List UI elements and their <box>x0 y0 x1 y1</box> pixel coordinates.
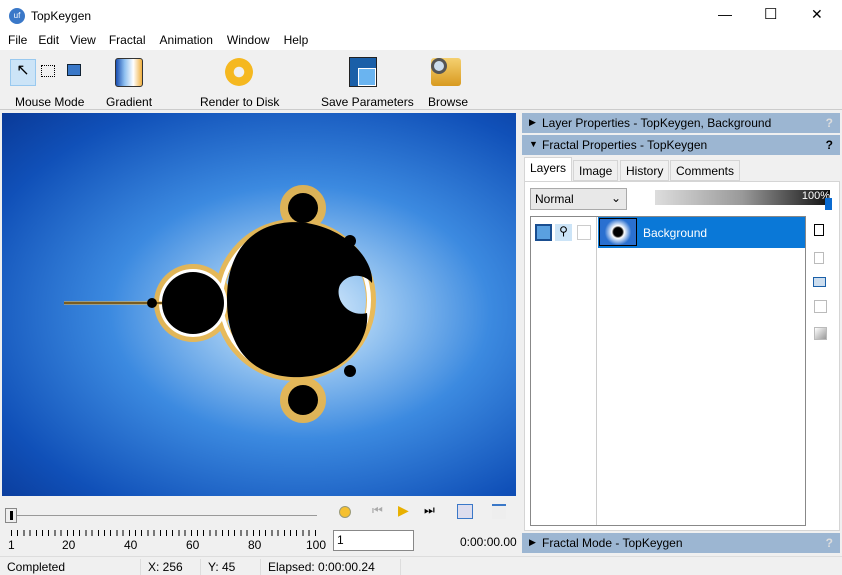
render-to-disk-label[interactable]: Render to Disk <box>200 95 279 109</box>
layer-zoom-icon[interactable]: ⚲ <box>555 224 572 241</box>
previous-frame-button[interactable]: ⏮ <box>372 503 383 518</box>
tab-history[interactable]: History <box>620 160 670 181</box>
tab-image[interactable]: Image <box>573 160 619 181</box>
title-bar: uf TopKeygen — ☐ ✕ <box>0 0 842 31</box>
gradient-button[interactable] <box>115 58 143 87</box>
maximize-button[interactable]: ☐ <box>764 5 777 23</box>
app-icon: uf <box>9 8 25 24</box>
help-icon[interactable]: ? <box>826 138 833 152</box>
status-text: Completed <box>7 560 66 574</box>
layer-list: ⚲ Background <box>530 216 806 526</box>
mandelbrot-set <box>64 185 376 423</box>
schedule-icon[interactable] <box>457 504 473 519</box>
schedule-list-icon[interactable] <box>492 504 506 519</box>
toolbar: ↖ Mouse Mode Gradient Render to Disk Sav… <box>0 50 842 110</box>
blend-mode-value: Normal <box>535 192 574 206</box>
menu-view[interactable]: View <box>60 31 96 47</box>
browse-icon[interactable] <box>431 58 461 86</box>
window-title: TopKeygen <box>31 9 92 23</box>
timeline-slider-track[interactable] <box>12 515 317 516</box>
timeline-slider-thumb[interactable] <box>5 508 17 523</box>
layer-name: Background <box>643 226 708 240</box>
layer-mask-icon[interactable] <box>577 225 591 240</box>
pointer-mode-button[interactable]: ↖ <box>10 59 36 86</box>
play-button[interactable]: ▶ <box>398 502 409 519</box>
delete-layer-icon[interactable] <box>814 252 824 264</box>
save-parameters-label[interactable]: Save Parameters <box>321 95 414 109</box>
status-bar: Completed X: 256 Y: 45 Elapsed: 0:00:00.… <box>0 556 842 575</box>
fractal-properties-title: Fractal Properties - TopKeygen <box>542 138 708 152</box>
layer-properties-icon[interactable] <box>814 327 827 340</box>
help-icon[interactable]: ? <box>826 116 833 130</box>
fractal-canvas[interactable] <box>2 113 516 496</box>
add-mask-icon[interactable] <box>813 277 826 287</box>
timeline-ticks <box>11 530 316 536</box>
fractal-mode-header[interactable]: ▶ Fractal Mode - TopKeygen ? <box>522 533 840 553</box>
opacity-thumb[interactable] <box>825 198 832 210</box>
new-layer-icon[interactable] <box>814 224 824 236</box>
fractal-mode-title: Fractal Mode - TopKeygen <box>542 536 683 550</box>
next-frame-button[interactable]: ⏭ <box>424 503 435 518</box>
tick-1: 1 <box>8 538 15 552</box>
menu-file[interactable]: File <box>0 31 27 47</box>
timeline: 1 20 40 60 80 100 ⏮ ▶ ⏭ 1 0:00:00.00 <box>0 497 520 555</box>
save-parameters-icon[interactable] <box>349 57 377 87</box>
frame-input[interactable]: 1 <box>333 530 414 551</box>
tick-40: 40 <box>124 538 138 552</box>
tick-60: 60 <box>186 538 200 552</box>
layers-mode-icon[interactable] <box>67 64 81 76</box>
mouse-mode-label: Mouse Mode <box>15 95 85 109</box>
menu-fractal[interactable]: Fractal <box>97 31 146 47</box>
menu-animation[interactable]: Animation <box>147 31 213 47</box>
opacity-slider[interactable]: 100% <box>655 190 830 205</box>
status-x: X: 256 <box>148 560 183 574</box>
expand-icon: ▶ <box>529 537 536 547</box>
tick-100: 100 <box>306 538 327 552</box>
tab-comments[interactable]: Comments <box>670 160 741 181</box>
tick-80: 80 <box>248 538 262 552</box>
record-button[interactable] <box>339 506 351 518</box>
select-mode-icon[interactable] <box>41 65 55 77</box>
close-button[interactable]: ✕ <box>811 6 823 23</box>
expand-icon: ▶ <box>529 117 536 127</box>
layer-properties-title: Layer Properties - TopKeygen, Background <box>542 116 772 130</box>
collapse-icon: ▼ <box>529 139 538 149</box>
help-icon[interactable]: ? <box>826 536 833 550</box>
menu-window[interactable]: Window <box>214 31 270 47</box>
merge-layer-icon[interactable] <box>814 300 827 313</box>
minimize-button[interactable]: — <box>718 6 732 22</box>
layer-thumbnail <box>599 218 637 246</box>
menu-edit[interactable]: Edit <box>28 31 59 47</box>
status-y: Y: 45 <box>208 560 236 574</box>
status-elapsed: Elapsed: 0:00:00.24 <box>268 560 375 574</box>
layers-tab-content: Normal ⌄ 100% ⚲ Background <box>524 181 840 531</box>
layer-controls: ⚲ <box>531 217 597 525</box>
layer-visible-icon[interactable] <box>535 224 552 241</box>
tick-20: 20 <box>62 538 76 552</box>
menu-help[interactable]: Help <box>271 31 309 47</box>
blend-mode-select[interactable]: Normal ⌄ <box>530 188 627 210</box>
tab-layers[interactable]: Layers <box>524 157 573 182</box>
gradient-label[interactable]: Gradient <box>106 95 152 109</box>
menu-bar: File Edit View Fractal Animation Window Help <box>0 31 842 50</box>
layer-item-background[interactable]: Background <box>598 217 805 248</box>
layer-properties-header[interactable]: ▶ Layer Properties - TopKeygen, Backgrou… <box>522 113 840 133</box>
gear-icon[interactable] <box>225 58 253 86</box>
time-display: 0:00:00.00 <box>460 535 517 549</box>
browse-label[interactable]: Browse <box>428 95 468 109</box>
fractal-properties-header[interactable]: ▼ Fractal Properties - TopKeygen ? <box>522 135 840 155</box>
